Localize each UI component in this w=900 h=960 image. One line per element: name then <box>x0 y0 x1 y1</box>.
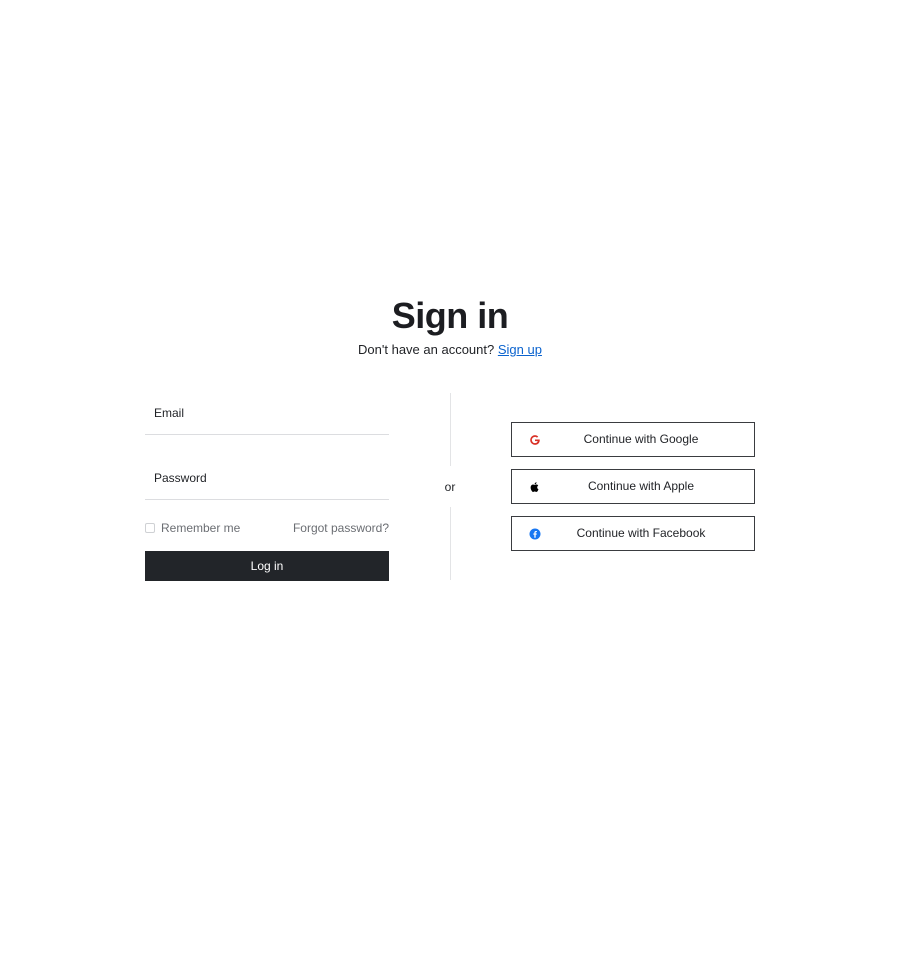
signup-prompt-text: Don't have an account? <box>358 342 495 357</box>
forgot-password-link[interactable]: Forgot password? <box>293 521 389 535</box>
remember-me-checkbox[interactable] <box>145 523 155 533</box>
divider-line-top <box>450 393 451 466</box>
login-button[interactable]: Log in <box>145 551 389 581</box>
google-button-label: Continue with Google <box>583 432 699 446</box>
login-form: Remember me Forgot password? Log in <box>145 393 389 581</box>
divider-line-bottom <box>450 507 451 580</box>
facebook-icon <box>529 528 541 540</box>
continue-with-apple-button[interactable]: Continue with Apple <box>511 469 755 504</box>
signup-link[interactable]: Sign up <box>498 342 542 357</box>
apple-button-label: Continue with Apple <box>587 479 695 493</box>
password-field-wrapper <box>145 458 389 500</box>
facebook-button-label: Continue with Facebook <box>576 526 706 540</box>
password-field[interactable] <box>145 458 389 498</box>
remember-me[interactable]: Remember me <box>145 521 240 535</box>
continue-with-facebook-button[interactable]: Continue with Facebook <box>511 516 755 551</box>
page-title: Sign in <box>391 295 509 336</box>
signup-prompt: Don't have an account? Sign up <box>0 341 900 359</box>
continue-with-google-button[interactable]: Continue with Google <box>511 422 755 457</box>
remember-me-label: Remember me <box>161 521 241 535</box>
google-icon <box>530 435 540 445</box>
form-options: Remember me Forgot password? <box>145 521 389 539</box>
email-field-wrapper <box>145 393 389 435</box>
apple-icon <box>530 482 539 492</box>
divider-or: or <box>444 480 456 494</box>
email-field[interactable] <box>145 393 389 433</box>
